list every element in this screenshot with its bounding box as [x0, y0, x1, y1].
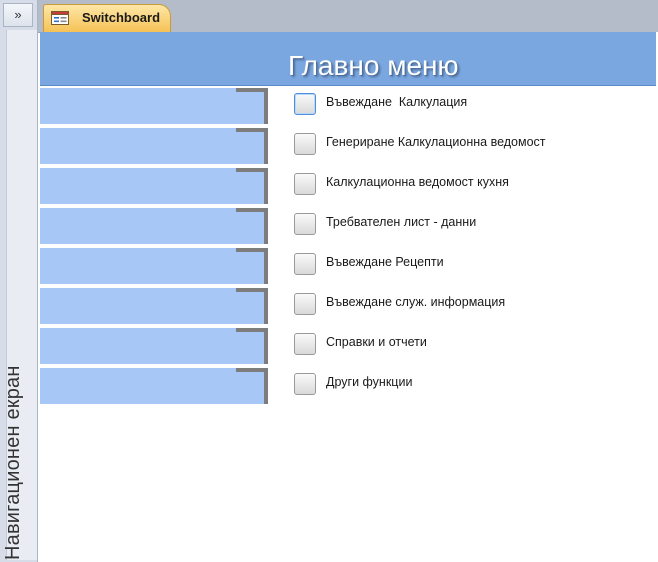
tab-label: Switchboard: [82, 10, 161, 25]
menu-bar-decoration: [40, 248, 266, 284]
menu-bar-decoration: [40, 168, 266, 204]
menu-bar-edge: [264, 368, 268, 404]
menu-bar-decoration: [40, 208, 266, 244]
menu-bar-decoration: [40, 368, 266, 404]
menu-item-button[interactable]: [294, 253, 316, 275]
menu-item-button[interactable]: [294, 213, 316, 235]
menu-bar-tick: [236, 88, 268, 92]
menu-item-button[interactable]: [294, 93, 316, 115]
menu-item-label[interactable]: Въвеждане Рецепти: [326, 255, 444, 269]
menu-item-button[interactable]: [294, 133, 316, 155]
menu-bar-decoration: [40, 128, 266, 164]
menu-bar-tick: [236, 328, 268, 332]
menu-bar-decoration: [40, 328, 266, 364]
menu-item-label[interactable]: Справки и отчети: [326, 335, 427, 349]
expand-navigation-button[interactable]: »: [3, 3, 33, 27]
menu-item-label[interactable]: Въвеждане Калкулация: [326, 95, 467, 109]
navigation-pane-label: Навигационен екран: [2, 365, 24, 560]
switchboard-form: Главно меню Въвеждане Калкулация Генерира…: [40, 32, 658, 562]
menu-bar-tick: [236, 208, 268, 212]
menu-bar-tick: [236, 288, 268, 292]
menu-item-label[interactable]: Въвеждане служ. информация: [326, 295, 505, 309]
menu-item-button[interactable]: [294, 293, 316, 315]
form-icon: [51, 11, 69, 25]
form-header: Главно меню: [40, 32, 656, 86]
menu-item-button[interactable]: [294, 333, 316, 355]
document-tab-bar: Switchboard: [38, 0, 658, 33]
menu-bar-tick: [236, 128, 268, 132]
menu-item-label[interactable]: Калкулационна ведомост кухня: [326, 175, 509, 189]
menu-bar-decoration: [40, 288, 266, 324]
menu-bar-edge: [264, 128, 268, 164]
menu-bar-edge: [264, 88, 268, 124]
navigation-pane: » Навигационен екран: [0, 0, 38, 562]
page-title: Главно меню: [288, 50, 459, 81]
menu-bar-decoration: [40, 88, 266, 124]
menu-bar-tick: [236, 368, 268, 372]
tab-switchboard[interactable]: Switchboard: [43, 4, 171, 32]
menu-item-button[interactable]: [294, 173, 316, 195]
menu-bar-edge: [264, 328, 268, 364]
menu-bar-edge: [264, 208, 268, 244]
menu-item-label[interactable]: Генериране Калкулационна ведомост: [326, 135, 546, 149]
menu-item-label[interactable]: Други функции: [326, 375, 412, 389]
menu-item-button[interactable]: [294, 373, 316, 395]
menu-item-label[interactable]: Требвателен лист - данни: [326, 215, 476, 229]
menu-bar-tick: [236, 248, 268, 252]
menu-bar-edge: [264, 248, 268, 284]
menu-bar-tick: [236, 168, 268, 172]
menu-bar-edge: [264, 168, 268, 204]
double-chevron-right-icon: »: [14, 7, 22, 22]
menu-bar-edge: [264, 288, 268, 324]
